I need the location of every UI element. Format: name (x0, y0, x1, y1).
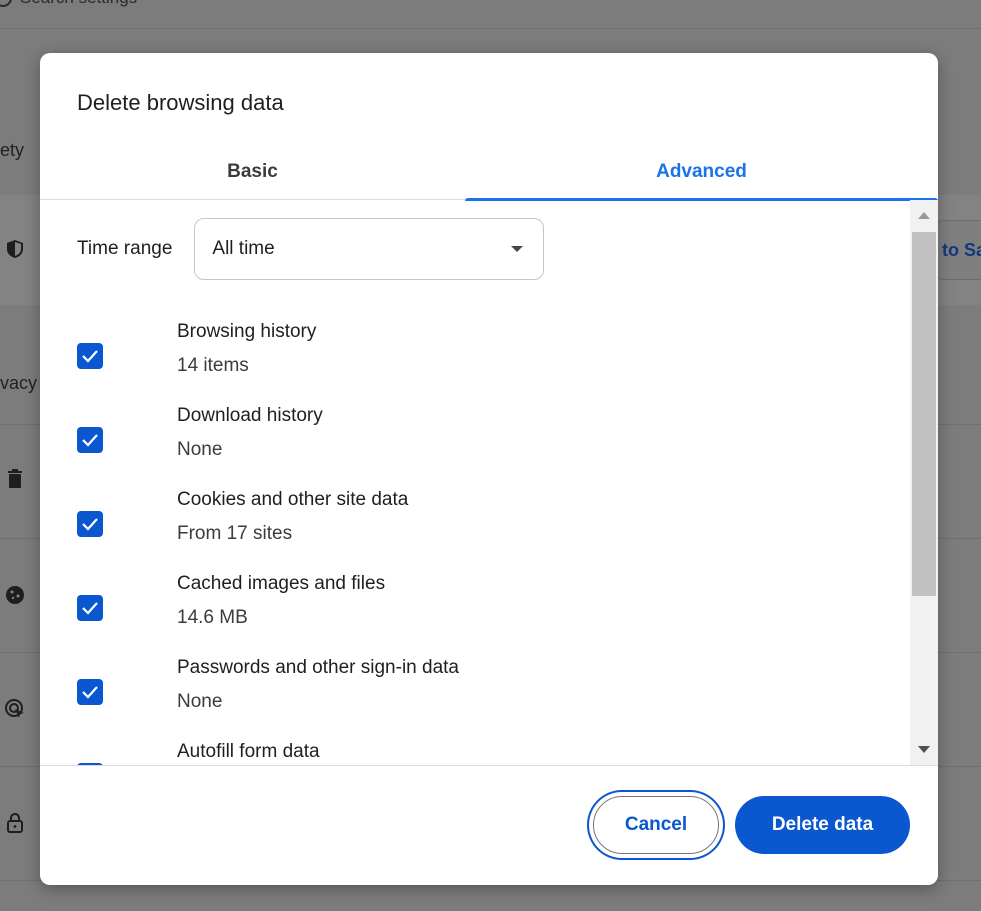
footer-divider (40, 765, 938, 766)
item-title: Download history (177, 405, 323, 426)
list-item-cached-images[interactable]: Cached images and files 14.6 MB (77, 573, 897, 655)
checkmark-icon (82, 434, 98, 447)
time-range-value: All time (212, 238, 275, 259)
list-item-passwords[interactable]: Passwords and other sign-in data None (77, 657, 897, 739)
item-subtitle: None (177, 691, 223, 712)
tab-advanced[interactable]: Advanced (465, 145, 938, 201)
lock-icon (7, 812, 23, 833)
checkbox-passwords[interactable] (77, 679, 103, 705)
item-subtitle: 14.6 MB (177, 607, 248, 628)
checkbox-download-history[interactable] (77, 427, 103, 453)
tracking-cursor-icon (5, 699, 24, 718)
item-title: Browsing history (177, 321, 317, 342)
tab-label: Basic (227, 161, 278, 182)
tab-basic[interactable]: Basic (40, 145, 465, 199)
time-range-select[interactable]: All time (194, 218, 545, 280)
dropdown-caret-icon (511, 246, 524, 252)
cancel-button[interactable]: Cancel (593, 796, 719, 854)
scrollbar-thumb[interactable] (912, 232, 936, 596)
checkbox-cached-images[interactable] (77, 595, 103, 621)
tab-bar: Basic Advanced (40, 145, 938, 201)
item-title: Cached images and files (177, 573, 386, 594)
checkmark-icon (82, 602, 98, 615)
section-heading-fragment: ety (0, 140, 25, 160)
item-title: Passwords and other sign-in data (177, 657, 459, 678)
safety-check-button-fragment[interactable]: to Sa (935, 220, 981, 280)
item-title: Autofill form data (177, 741, 320, 762)
item-subtitle: 14 items (177, 355, 249, 376)
dialog-content: Time range All time Browsing history 14 … (40, 200, 938, 765)
tab-label: Advanced (656, 161, 747, 182)
search-icon (0, 0, 12, 7)
checkmark-icon (82, 350, 98, 363)
dialog-title: Delete browsing data (77, 90, 284, 115)
list-item-download-history[interactable]: Download history None (77, 405, 897, 487)
item-title: Cookies and other site data (177, 489, 409, 510)
checkmark-icon (82, 518, 98, 531)
time-range-row: Time range All time (77, 218, 545, 280)
settings-search: Search settings (0, 0, 137, 8)
trash-icon (8, 469, 22, 488)
time-range-label: Time range (77, 238, 173, 259)
list-item-browsing-history[interactable]: Browsing history 14 items (77, 321, 897, 403)
scroll-up-arrow-icon[interactable] (918, 212, 930, 219)
divider (0, 28, 981, 29)
cookie-icon (6, 586, 24, 604)
search-placeholder: Search settings (20, 0, 137, 8)
section-heading-fragment: vacy (0, 373, 38, 393)
checkbox-cookies[interactable] (77, 511, 103, 537)
list-item-cookies[interactable]: Cookies and other site data From 17 site… (77, 489, 897, 571)
checkmark-icon (82, 686, 98, 699)
delete-browsing-data-dialog: Delete browsing data Basic Advanced Time… (40, 53, 938, 885)
checkbox-browsing-history[interactable] (77, 343, 103, 369)
shield-icon (7, 240, 23, 258)
delete-data-button[interactable]: Delete data (735, 796, 910, 854)
scrollbar[interactable] (910, 200, 938, 765)
item-subtitle: None (177, 439, 223, 460)
item-subtitle: From 17 sites (177, 523, 293, 544)
scroll-down-arrow-icon[interactable] (918, 746, 930, 753)
list-item-autofill[interactable]: Autofill form data (77, 741, 897, 765)
